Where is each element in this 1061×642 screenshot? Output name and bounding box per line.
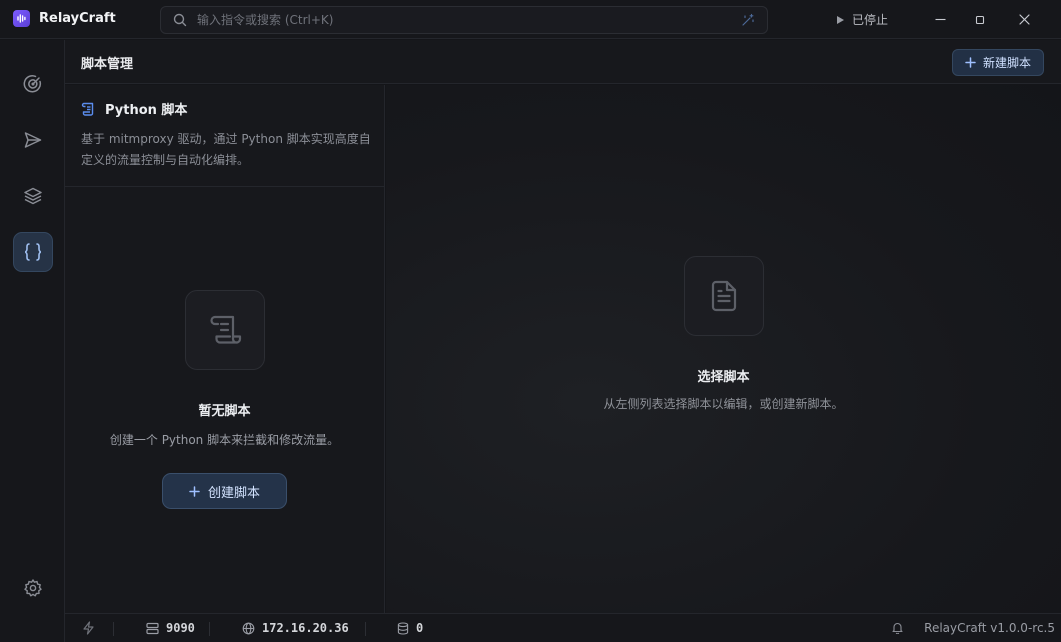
maximize-icon (975, 15, 985, 24)
search-icon (173, 13, 187, 27)
command-search[interactable] (160, 6, 768, 34)
port-value: 9090 (166, 621, 195, 635)
plus-icon (189, 485, 200, 497)
ip-value: 172.16.20.36 (262, 621, 349, 635)
create-script-label: 创建脚本 (207, 485, 260, 501)
page-title: 脚本管理 (81, 57, 134, 72)
create-script-button[interactable]: 创建脚本 (162, 473, 287, 509)
file-text-icon (711, 280, 736, 312)
app-name: RelayCraft (39, 11, 116, 26)
sidebar-item-traffic[interactable] (13, 64, 53, 104)
audio-wave-icon (13, 10, 30, 27)
maximize-button[interactable] (958, 0, 1002, 39)
main-header: 脚本管理 新建脚本 (65, 40, 1061, 84)
sidebar-item-rules[interactable] (13, 176, 53, 216)
search-input[interactable] (197, 13, 717, 27)
server-icon (146, 622, 159, 634)
sparkle-icon[interactable] (741, 13, 755, 27)
empty-icon-box (184, 290, 265, 370)
close-button[interactable] (1002, 0, 1046, 39)
minimize-button[interactable] (918, 0, 962, 39)
divider (365, 622, 366, 636)
divider (113, 622, 114, 636)
braces-icon (24, 243, 42, 261)
panel-title: Python 脚本 (81, 99, 187, 118)
detail-empty-state: 选择脚本 从左侧列表选择脚本以编辑，或创建新脚本。 (386, 256, 1061, 412)
sidebar (0, 40, 65, 642)
divider (209, 622, 210, 636)
panel-header: Python 脚本 基于 mitmproxy 驱动，通过 Python 脚本实现… (65, 85, 384, 187)
count-value: 0 (416, 621, 424, 635)
lightning-icon (83, 621, 94, 635)
database-icon (397, 621, 409, 635)
status-bolt[interactable] (82, 621, 95, 635)
proxy-port[interactable]: 9090 (146, 621, 195, 635)
sidebar-item-composer[interactable] (13, 120, 53, 160)
empty-description: 创建一个 Python 脚本来拦截和修改流量。 (109, 433, 340, 447)
detail-empty-title: 选择脚本 (697, 370, 750, 385)
scroll-icon (81, 102, 94, 116)
sidebar-item-scripts[interactable] (13, 232, 53, 272)
panel-title-text: Python 脚本 (105, 103, 188, 118)
globe-icon (242, 622, 255, 634)
radar-icon (23, 75, 42, 93)
detail-icon-box (683, 256, 764, 336)
plus-icon (965, 57, 976, 68)
proxy-status-button[interactable]: 已停止 (836, 11, 888, 28)
scroll-icon (209, 315, 241, 344)
script-list-panel: Python 脚本 基于 mitmproxy 驱动，通过 Python 脚本实现… (65, 85, 385, 613)
notifications-button[interactable] (891, 621, 904, 634)
local-ip[interactable]: 172.16.20.36 (242, 621, 349, 635)
new-script-button[interactable]: 新建脚本 (951, 49, 1044, 76)
sidebar-item-settings[interactable] (13, 568, 53, 608)
proxy-status-label: 已停止 (852, 13, 889, 27)
app-version: RelayCraft v1.0.0-rc.5 (924, 621, 1055, 635)
play-icon (837, 15, 844, 24)
send-icon (24, 132, 42, 148)
empty-state: 暂无脚本 创建一个 Python 脚本来拦截和修改流量。 创建脚本 (65, 290, 384, 509)
empty-title: 暂无脚本 (198, 404, 251, 419)
minimize-icon (935, 18, 945, 21)
detail-empty-description: 从左侧列表选择脚本以编辑，或创建新脚本。 (603, 397, 844, 411)
layers-icon (24, 187, 42, 205)
new-script-label: 新建脚本 (982, 56, 1031, 70)
status-bar: 9090 172.16.20.36 0 RelayCraft v1.0.0-rc… (65, 613, 1061, 642)
title-bar: RelayCraft 已停止 (0, 0, 1061, 39)
settings-icon (24, 579, 42, 597)
brand: RelayCraft (13, 10, 116, 27)
panel-description: 基于 mitmproxy 驱动，通过 Python 脚本实现高度自定义的流量控制… (81, 132, 371, 167)
bell-icon (892, 622, 903, 634)
script-detail-panel: 选择脚本 从左侧列表选择脚本以编辑，或创建新脚本。 (386, 85, 1061, 613)
close-icon (1018, 14, 1030, 25)
flow-count[interactable]: 0 (397, 621, 423, 635)
